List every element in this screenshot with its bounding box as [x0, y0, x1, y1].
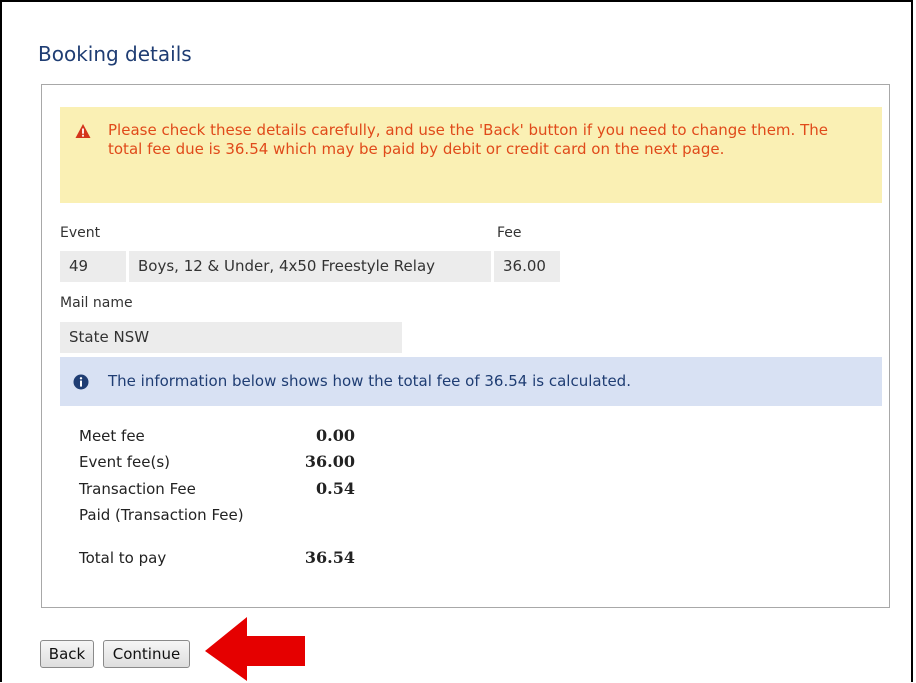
meet-fee-label: Meet fee	[79, 427, 145, 445]
event-fees-value: 36.00	[304, 452, 355, 471]
continue-button[interactable]: Continue	[103, 640, 190, 668]
transaction-fee-label: Transaction Fee	[79, 480, 196, 498]
warning-triangle-icon	[75, 124, 91, 138]
info-text: The information below shows how the tota…	[108, 372, 631, 390]
mail-name-label: Mail name	[60, 295, 133, 311]
total-to-pay-value: 36.54	[304, 548, 355, 567]
info-banner: The information below shows how the tota…	[60, 357, 882, 406]
mail-name-value: State NSW	[60, 322, 402, 353]
event-column-label: Event	[60, 225, 101, 241]
booking-panel: Please check these details carefully, an…	[41, 84, 890, 608]
warning-banner: Please check these details carefully, an…	[60, 107, 882, 203]
info-circle-icon	[73, 374, 89, 390]
event-fee-cell: 36.00	[494, 251, 560, 282]
transaction-fee-value: 0.54	[316, 479, 355, 498]
red-arrow-annotation-icon	[205, 617, 305, 681]
total-to-pay-label: Total to pay	[79, 549, 167, 567]
warning-text: Please check these details carefully, an…	[108, 121, 828, 158]
paid-transaction-fee-label: Paid (Transaction Fee)	[79, 506, 244, 524]
back-button[interactable]: Back	[40, 640, 94, 668]
fee-column-label: Fee	[497, 225, 522, 241]
event-fees-label: Event fee(s)	[79, 453, 170, 471]
meet-fee-value: 0.00	[316, 426, 355, 445]
event-description-cell: Boys, 12 & Under, 4x50 Freestyle Relay	[129, 251, 491, 282]
page-title: Booking details	[38, 42, 192, 66]
event-number-cell: 49	[60, 251, 126, 282]
